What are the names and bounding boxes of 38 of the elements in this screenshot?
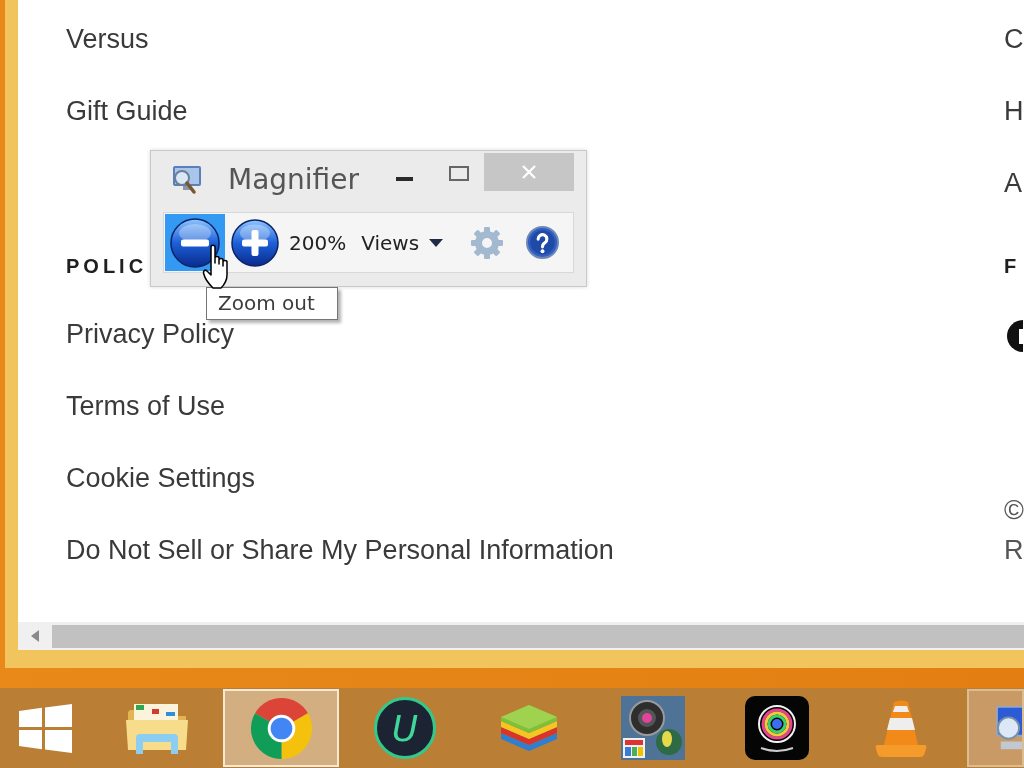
settings-icon [471,226,504,259]
footer-link[interactable]: Cookie Settings [66,465,256,491]
taskbar-button[interactable]: U [347,689,463,767]
caret-icon [429,238,444,247]
footer-heading: POLIC [66,254,148,279]
traffic-cone-icon [875,699,927,757]
footer-heading: F [1004,254,1021,279]
layered-stack-icon [499,703,559,753]
rainbow-lens-icon [745,696,809,760]
zoom-level: 200% [289,230,347,255]
copyright-text: © R [1004,494,1024,567]
views-dropdown[interactable]: Views [357,220,448,265]
camera-photo-icon [621,696,685,760]
left-arrow-icon [31,630,39,642]
monitor-magnifier-icon [170,165,203,195]
close-icon [522,165,536,179]
footer-link[interactable]: Privacy Policy [66,321,235,347]
footer-link[interactable]: Do Not Sell or Share My Personal Information [66,537,614,563]
minimize-icon [395,177,413,181]
window-title: Magnifier [228,163,359,197]
footer-link[interactable]: H [1004,98,1024,124]
minus-circle-icon [170,217,220,268]
round-logo-icon[interactable] [1007,320,1023,352]
plus-circle-icon [231,218,279,267]
footer-link[interactable]: A [1004,170,1022,196]
letter-logo: U [374,697,436,759]
window-panes-icon [19,703,72,753]
scrollbar-thumb[interactable] [52,624,1024,648]
footer-link[interactable]: Gift Guide [66,98,188,124]
footer-link[interactable]: Terms of Use [66,393,226,419]
tricolor-circle-icon [249,696,313,760]
folder-icon [126,702,188,754]
tooltip: Zoom out [206,287,338,320]
footer-link[interactable]: C [1004,26,1024,52]
help-icon [526,226,560,259]
zoom-out-button[interactable] [165,214,225,271]
maximize-icon [449,165,469,181]
footer-link[interactable]: Versus [66,26,149,52]
